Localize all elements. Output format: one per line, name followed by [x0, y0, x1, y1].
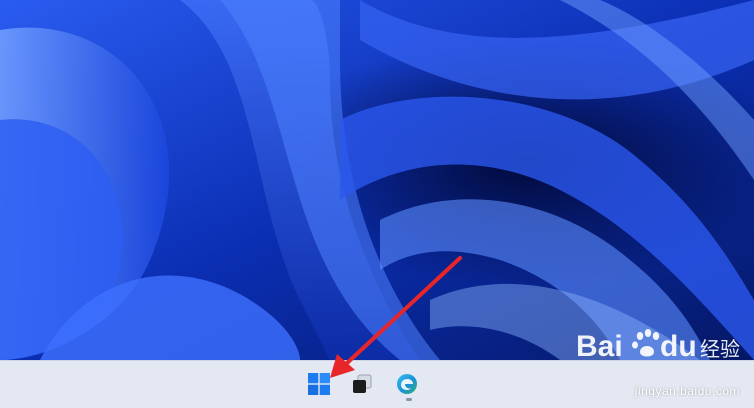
windows-start-icon: [308, 373, 330, 395]
edge-browser-icon: [397, 374, 417, 394]
task-view-icon: [353, 374, 372, 393]
baidu-logo: Bai du 经验: [576, 329, 740, 363]
desktop-wallpaper: [0, 0, 754, 360]
baidu-jingyan-watermark: Bai du 经验 jingyan.baidu.com: [568, 316, 746, 406]
edge-running-indicator: [406, 398, 412, 401]
task-view-button[interactable]: [345, 367, 379, 401]
start-button[interactable]: [302, 367, 336, 401]
svg-text:经验: 经验: [700, 337, 740, 361]
svg-text:Bai: Bai: [576, 330, 623, 363]
svg-text:du: du: [660, 330, 697, 363]
edge-browser-button[interactable]: [390, 367, 424, 401]
watermark-url: jingyan.baidu.com: [634, 384, 740, 398]
